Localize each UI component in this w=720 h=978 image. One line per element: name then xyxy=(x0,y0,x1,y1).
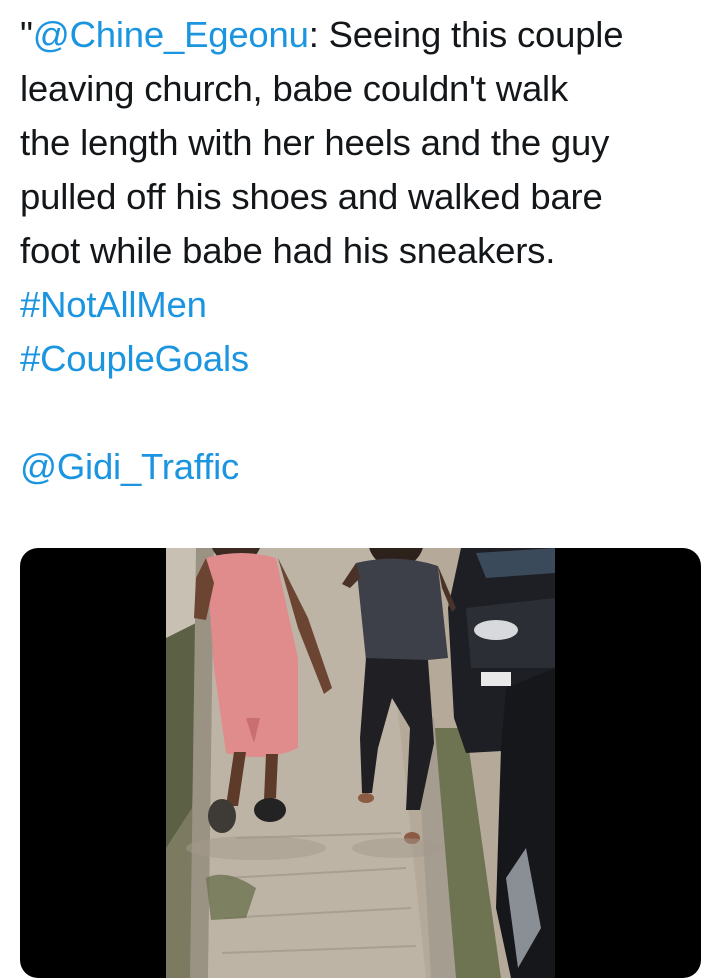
tweet-line-3: the length with her heels and the guy xyxy=(20,122,610,163)
tweet-line-5: foot while babe had his sneakers. xyxy=(20,230,556,271)
video-frame[interactable] xyxy=(166,548,555,978)
hashtag-couplegoals-link[interactable]: #CoupleGoals xyxy=(20,338,249,379)
hashtag-notallmen-link[interactable]: #NotAllMen xyxy=(20,284,207,325)
video-thumbnail xyxy=(166,548,555,978)
author-mention-link[interactable]: @Chine_Egeonu xyxy=(33,14,309,55)
tweet-body: "@Chine_Egeonu: Seeing this couple leavi… xyxy=(20,8,710,494)
tweet-text-segment: : Seeing this couple xyxy=(308,14,624,55)
tweet-line-4: pulled off his shoes and walked bare xyxy=(20,176,603,217)
credit-mention-link[interactable]: @Gidi_Traffic xyxy=(20,446,239,487)
video-player[interactable] xyxy=(20,548,701,978)
tweet-line-2: leaving church, babe couldn't walk xyxy=(20,68,569,109)
tweet-line-1: "@Chine_Egeonu: Seeing this couple xyxy=(20,8,710,62)
quote-mark: " xyxy=(20,14,33,55)
